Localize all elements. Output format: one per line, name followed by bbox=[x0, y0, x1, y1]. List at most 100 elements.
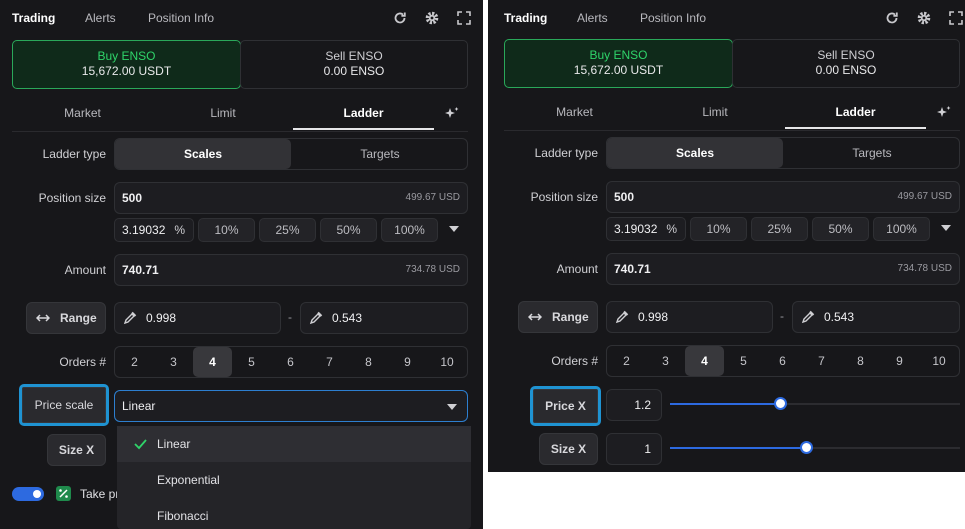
orders-option-6[interactable]: 6 bbox=[271, 347, 310, 377]
orders-option-2[interactable]: 2 bbox=[607, 346, 646, 376]
size-x-button[interactable]: Size X bbox=[47, 434, 106, 466]
sparkle-icon[interactable] bbox=[936, 105, 952, 121]
position-size-input[interactable]: 500 499.67 USD bbox=[114, 182, 468, 214]
price-x-slider-knob[interactable] bbox=[774, 397, 787, 410]
price-scale-select[interactable]: Linear bbox=[114, 390, 468, 422]
orders-option-5[interactable]: 5 bbox=[232, 347, 271, 377]
tab-ladder[interactable]: Ladder bbox=[293, 96, 434, 130]
refresh-icon[interactable] bbox=[392, 10, 408, 26]
eyedropper-icon[interactable] bbox=[123, 311, 137, 325]
buy-side-button[interactable]: Buy ENSO 15,672.00 USDT bbox=[12, 40, 241, 89]
tab-alerts[interactable]: Alerts bbox=[85, 11, 116, 25]
pct-50-button[interactable]: 50% bbox=[812, 217, 869, 241]
right-trading-panel: Trading Alerts Position Info Buy ENSO 15… bbox=[488, 0, 965, 472]
tab-market[interactable]: Market bbox=[12, 96, 153, 130]
tab-market[interactable]: Market bbox=[504, 95, 645, 129]
size-x-input[interactable]: 1 bbox=[606, 433, 662, 465]
scales-option[interactable]: Scales bbox=[607, 138, 783, 168]
orders-option-10[interactable]: 10 bbox=[919, 346, 959, 376]
expand-icon[interactable] bbox=[456, 10, 472, 26]
size-x-button[interactable]: Size X bbox=[539, 433, 598, 465]
tab-position-info[interactable]: Position Info bbox=[640, 11, 706, 25]
sparkle-icon[interactable] bbox=[444, 106, 460, 122]
size-x-slider[interactable] bbox=[670, 441, 960, 454]
orders-option-8[interactable]: 8 bbox=[349, 347, 388, 377]
range-low-input[interactable]: 0.998 bbox=[606, 301, 773, 333]
orders-option-9[interactable]: 9 bbox=[880, 346, 919, 376]
orders-option-5[interactable]: 5 bbox=[724, 346, 763, 376]
amount-input[interactable]: 740.71 734.78 USD bbox=[606, 253, 960, 285]
dropdown-option-fibonacci[interactable]: Fibonacci bbox=[117, 498, 471, 529]
orders-option-3[interactable]: 3 bbox=[154, 347, 193, 377]
position-size-input[interactable]: 500 499.67 USD bbox=[606, 181, 960, 213]
orders-option-10[interactable]: 10 bbox=[427, 347, 467, 377]
buy-side-button[interactable]: Buy ENSO 15,672.00 USDT bbox=[504, 39, 733, 88]
refresh-icon[interactable] bbox=[884, 10, 900, 26]
orders-selector: 2 3 4 5 6 7 8 9 10 bbox=[606, 345, 960, 377]
scales-option[interactable]: Scales bbox=[115, 139, 291, 169]
dropdown-option-label: Linear bbox=[157, 437, 191, 451]
orders-option-9[interactable]: 9 bbox=[388, 347, 427, 377]
amount-label: Amount bbox=[556, 262, 598, 276]
targets-option[interactable]: Targets bbox=[784, 138, 960, 168]
tab-ladder[interactable]: Ladder bbox=[785, 95, 926, 129]
targets-option[interactable]: Targets bbox=[292, 139, 468, 169]
price-x-button[interactable]: Price X bbox=[530, 386, 601, 426]
range-high-value: 0.543 bbox=[332, 311, 363, 325]
take-profit-toggle[interactable] bbox=[12, 487, 44, 501]
pct-50-button[interactable]: 50% bbox=[320, 218, 377, 242]
percent-input[interactable]: 3.19032 % bbox=[114, 218, 194, 242]
sell-side-button[interactable]: Sell ENSO 0.00 ENSO bbox=[732, 39, 960, 88]
expand-icon[interactable] bbox=[948, 10, 964, 26]
pct-25-button[interactable]: 25% bbox=[259, 218, 316, 242]
range-high-input[interactable]: 0.543 bbox=[300, 302, 468, 334]
dropdown-option-linear[interactable]: Linear bbox=[117, 426, 471, 462]
sell-label: Sell ENSO bbox=[817, 48, 875, 62]
amount-usd: 734.78 USD bbox=[405, 264, 460, 275]
orders-option-7[interactable]: 7 bbox=[802, 346, 841, 376]
pct-10-button[interactable]: 10% bbox=[690, 217, 747, 241]
orders-option-7[interactable]: 7 bbox=[310, 347, 349, 377]
position-size-usd: 499.67 USD bbox=[897, 191, 952, 202]
gear-icon[interactable] bbox=[424, 10, 440, 26]
chevron-down-icon[interactable] bbox=[941, 225, 951, 231]
orders-option-8[interactable]: 8 bbox=[841, 346, 880, 376]
range-button[interactable]: Range bbox=[518, 301, 598, 333]
range-separator: - bbox=[288, 310, 292, 324]
orders-option-6[interactable]: 6 bbox=[763, 346, 802, 376]
gear-icon[interactable] bbox=[916, 10, 932, 26]
orders-option-3[interactable]: 3 bbox=[646, 346, 685, 376]
price-x-slider[interactable] bbox=[670, 397, 960, 410]
eyedropper-icon[interactable] bbox=[309, 311, 323, 325]
range-high-input[interactable]: 0.543 bbox=[792, 301, 960, 333]
range-low-input[interactable]: 0.998 bbox=[114, 302, 281, 334]
orders-option-4[interactable]: 4 bbox=[193, 347, 232, 377]
tab-limit[interactable]: Limit bbox=[645, 95, 785, 129]
eyedropper-icon[interactable] bbox=[615, 310, 629, 324]
tab-limit[interactable]: Limit bbox=[153, 96, 293, 130]
position-size-value: 500 bbox=[614, 190, 635, 204]
order-type-tabs: Market Limit Ladder bbox=[504, 95, 960, 131]
orders-option-4[interactable]: 4 bbox=[685, 346, 724, 376]
dropdown-option-exponential[interactable]: Exponential bbox=[117, 462, 471, 498]
tab-trading[interactable]: Trading bbox=[12, 11, 55, 25]
pct-10-button[interactable]: 10% bbox=[198, 218, 255, 242]
price-x-input[interactable]: 1.2 bbox=[606, 389, 662, 421]
range-button[interactable]: Range bbox=[26, 302, 106, 334]
sell-side-button[interactable]: Sell ENSO 0.00 ENSO bbox=[240, 40, 468, 89]
amount-input[interactable]: 740.71 734.78 USD bbox=[114, 254, 468, 286]
tab-alerts[interactable]: Alerts bbox=[577, 11, 608, 25]
tab-position-info[interactable]: Position Info bbox=[148, 11, 214, 25]
orders-label: Orders # bbox=[59, 355, 106, 369]
pct-100-button[interactable]: 100% bbox=[381, 218, 438, 242]
pct-25-button[interactable]: 25% bbox=[751, 217, 808, 241]
price-scale-button[interactable]: Price scale bbox=[19, 384, 109, 426]
tab-trading[interactable]: Trading bbox=[504, 11, 547, 25]
chevron-down-icon[interactable] bbox=[449, 226, 459, 232]
percent-badge-icon bbox=[56, 486, 71, 501]
size-x-slider-knob[interactable] bbox=[800, 441, 813, 454]
eyedropper-icon[interactable] bbox=[801, 310, 815, 324]
percent-input[interactable]: 3.19032 % bbox=[606, 217, 686, 241]
pct-100-button[interactable]: 100% bbox=[873, 217, 930, 241]
orders-option-2[interactable]: 2 bbox=[115, 347, 154, 377]
